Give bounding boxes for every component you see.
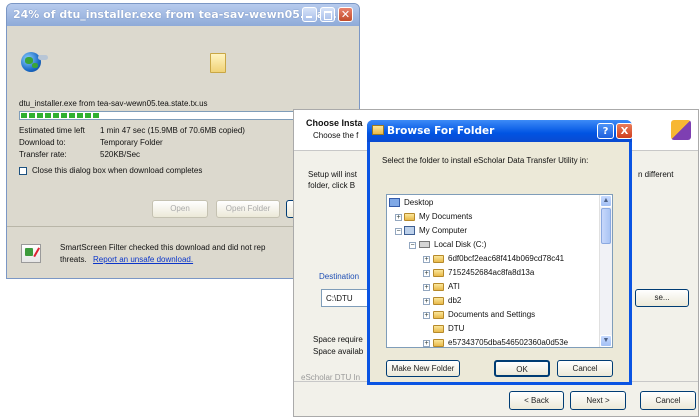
expand-icon[interactable]: + — [423, 312, 430, 319]
folder-icon — [433, 283, 444, 291]
close-icon: ✕ — [340, 8, 351, 21]
download-to-value: Temporary Folder — [100, 138, 163, 147]
folder-icon — [404, 213, 415, 221]
expand-icon[interactable]: + — [395, 214, 402, 221]
setup-body-line2: folder, click B — [308, 181, 356, 190]
browse-cancel-button[interactable]: Cancel — [557, 360, 613, 377]
tree-item-folder[interactable]: Documents and Settings — [448, 309, 535, 320]
help-button[interactable]: ? — [597, 123, 614, 139]
folder-app-icon — [372, 125, 384, 135]
tree-item-folder[interactable]: ATI — [448, 281, 460, 292]
folder-tree[interactable]: Desktop + My Documents − My Computer − L… — [386, 194, 613, 348]
setup-cancel-button[interactable]: Cancel — [640, 391, 696, 410]
expand-icon[interactable]: + — [423, 284, 430, 291]
space-required-label: Space require — [313, 335, 363, 344]
eta-value: 1 min 47 sec (15.9MB of 70.6MB copied) — [100, 126, 245, 135]
tree-item-folder[interactable]: 7152452684ac8fa8d13a — [448, 267, 534, 278]
report-unsafe-link[interactable]: Report an unsafe download. — [93, 255, 193, 264]
maximize-button[interactable] — [320, 7, 335, 22]
minimize-icon — [306, 16, 312, 18]
help-icon: ? — [602, 126, 609, 137]
folder-icon — [210, 53, 226, 73]
setup-subheading: Choose the f — [313, 131, 359, 140]
close-icon: X — [620, 126, 629, 137]
expand-icon[interactable]: + — [423, 340, 430, 347]
computer-icon — [404, 226, 415, 235]
ok-button[interactable]: OK — [494, 360, 550, 377]
close-button[interactable]: ✕ — [338, 7, 353, 22]
smartscreen-text: SmartScreen Filter checked this download… — [60, 243, 266, 252]
download-titlebar[interactable]: 24% of dtu_installer.exe from tea-sav-we… — [7, 4, 359, 26]
browse-for-folder-dialog: Browse For Folder ? X Select the folder … — [367, 120, 633, 385]
browse-titlebar[interactable]: Browse For Folder ? X — [367, 120, 633, 142]
scroll-up-button[interactable]: ▲ — [600, 195, 612, 207]
folder-icon — [433, 311, 444, 319]
download-to-label: Download to: — [19, 138, 66, 147]
folder-icon — [433, 297, 444, 305]
destination-field[interactable]: C:\DTU — [321, 289, 369, 307]
arrow-icon — [38, 55, 48, 60]
close-when-done-label: Close this dialog box when download comp… — [32, 166, 203, 175]
make-new-folder-button[interactable]: Make New Folder — [386, 360, 460, 377]
download-title: 24% of dtu_installer.exe from tea-sav-we… — [13, 8, 341, 21]
tree-item-desktop[interactable]: Desktop — [404, 197, 433, 208]
tree-item-folder[interactable]: db2 — [448, 295, 461, 306]
folder-icon — [433, 255, 444, 263]
collapse-icon[interactable]: − — [409, 242, 416, 249]
browse-title: Browse For Folder — [387, 125, 495, 137]
transfer-rate-value: 520KB/Sec — [100, 150, 141, 159]
setup-logo-icon — [671, 120, 691, 140]
tree-item-folder[interactable]: e57343705dba546502360a0d53e — [448, 337, 568, 346]
browse-button[interactable]: se... — [635, 289, 689, 307]
minimize-button[interactable] — [302, 7, 317, 22]
transfer-rate-label: Transfer rate: — [19, 150, 67, 159]
folder-icon — [433, 269, 444, 277]
download-progress-fill — [21, 113, 101, 118]
setup-body-line1-end: n different — [638, 170, 674, 179]
download-source: dtu_installer.exe from tea-sav-wewn05.te… — [19, 99, 208, 108]
desktop-icon — [389, 198, 400, 207]
browse-close-button[interactable]: X — [616, 123, 633, 139]
collapse-icon[interactable]: − — [395, 228, 402, 235]
eta-label: Estimated time left — [19, 126, 85, 135]
destination-label: Destination — [319, 272, 360, 281]
smartscreen-icon — [21, 244, 41, 263]
setup-heading: Choose Insta — [306, 118, 363, 128]
tree-item-dtu-selected[interactable]: DTU — [448, 323, 464, 334]
tree-item-folder[interactable]: 6df0bcf2eac68f414b069cd78c41 — [448, 253, 564, 264]
open-button[interactable]: Open — [152, 200, 208, 218]
destination-value: C:\DTU — [326, 294, 353, 303]
open-folder-button[interactable]: Open Folder — [216, 200, 280, 218]
scroll-down-button[interactable]: ▼ — [600, 335, 612, 347]
space-available-label: Space availab — [313, 347, 364, 356]
next-button[interactable]: Next > — [570, 391, 626, 410]
expand-icon[interactable]: + — [423, 256, 430, 263]
tree-item-my-documents[interactable]: My Documents — [419, 211, 472, 222]
browse-instruction: Select the folder to install eScholar Da… — [382, 156, 589, 165]
smartscreen-text-2: threats. — [60, 255, 87, 264]
expand-icon[interactable]: + — [423, 270, 430, 277]
setup-body-line1: Setup will inst — [308, 170, 357, 179]
tree-item-my-computer[interactable]: My Computer — [419, 225, 467, 236]
folder-icon — [433, 339, 444, 347]
drive-icon — [419, 241, 430, 248]
back-button[interactable]: < Back — [509, 391, 564, 410]
tree-scrollbar[interactable]: ▲ ▼ — [599, 195, 612, 347]
expand-icon[interactable]: + — [423, 298, 430, 305]
tree-item-local-disk[interactable]: Local Disk (C:) — [434, 239, 486, 250]
maximize-icon — [324, 11, 332, 20]
close-when-done-checkbox[interactable] — [19, 167, 27, 175]
folder-icon — [433, 325, 444, 333]
scroll-thumb[interactable] — [601, 208, 611, 244]
